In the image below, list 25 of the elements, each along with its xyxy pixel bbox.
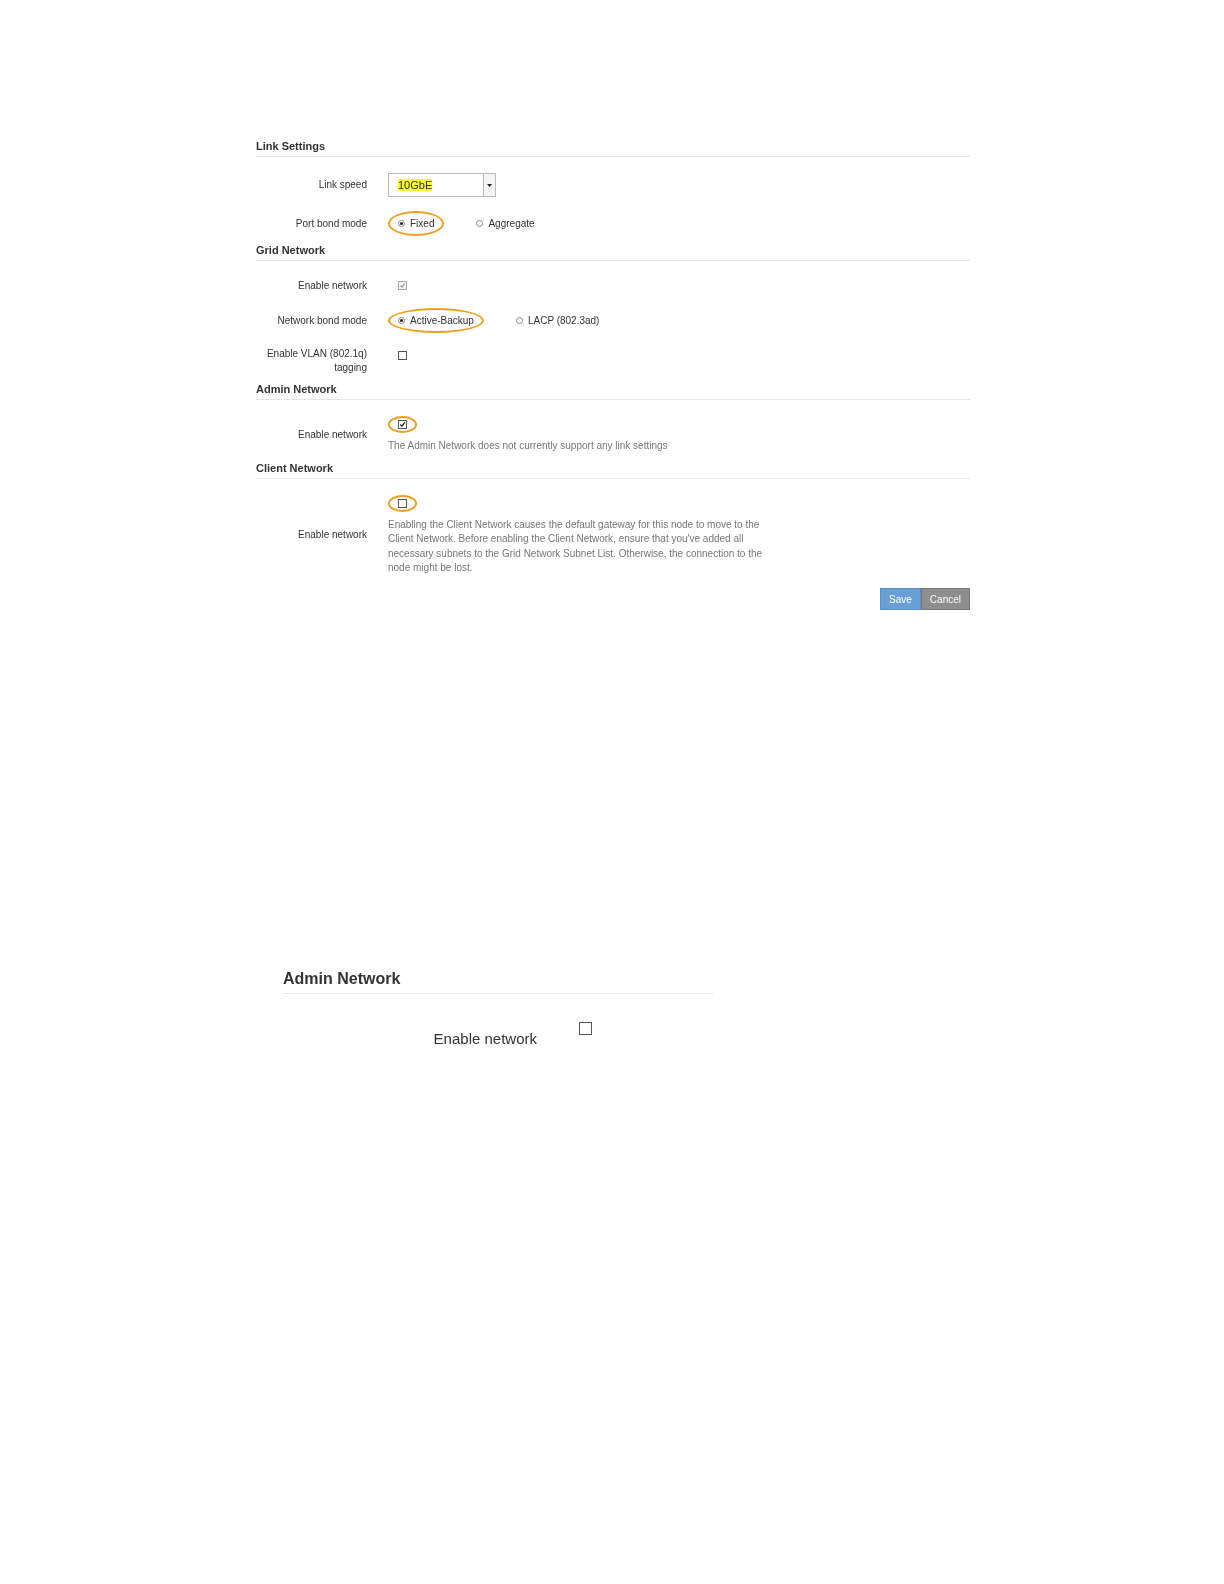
field-label: Enable network [297,278,367,293]
field-label: Port bond mode [294,216,367,231]
dropdown[interactable]: 10GbE [388,173,496,197]
help-text: The Admin Network does not currently support any link settings [388,439,669,453]
field-label: Enable network [432,1028,537,1049]
section-heading: Admin Network [283,969,713,994]
field-label: Link speed [317,178,367,192]
caret-icon [487,183,492,187]
radio-option[interactable]: Active-Backup [388,308,484,333]
radio-option[interactable]: Fixed [388,211,445,236]
radio-option[interactable]: LACP (802.3ad) [507,310,608,331]
checkbox[interactable] [398,420,407,429]
field-label: Enable network [297,528,367,542]
checkbox[interactable] [398,351,407,360]
section-heading: Client Network [256,461,970,479]
checkbox[interactable] [579,1021,592,1035]
section-heading: Link Settings [256,140,970,157]
section-heading: Admin Network [256,383,970,400]
checkbox[interactable] [398,498,407,508]
field-label: Enable VLAN (802.1q) tagging [265,347,367,375]
help-text: Enabling the Client Network causes the default gateway for this node to move to the Client Network. Before enabling the Client Network, ensure that you've added all necessary subnets to the Grid Network Subnet List. Otherwise, the connection to the node might be lost. [388,517,764,575]
section-heading: Grid Network [256,244,970,261]
field-label: Network bond mode [276,313,367,328]
field-label: Enable network [297,427,367,442]
radio-option[interactable]: Aggregate [468,213,543,234]
